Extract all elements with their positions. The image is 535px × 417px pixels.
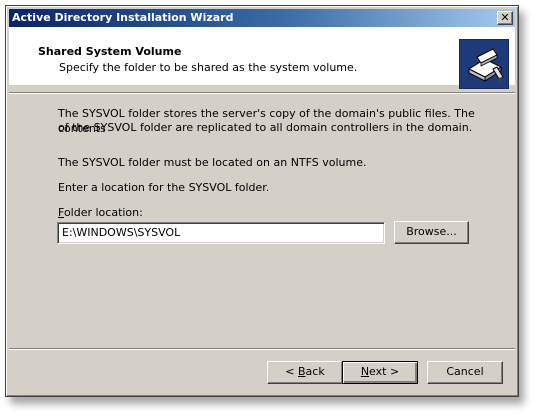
- next-button-rest: ext >: [369, 365, 400, 378]
- wizard-book-icon: [459, 39, 509, 89]
- folder-location-input[interactable]: E:\WINDOWS\SYSVOL: [57, 222, 385, 244]
- next-button-hotkey: N: [360, 365, 370, 378]
- folder-location-label: Folder location:: [58, 205, 143, 220]
- enter-location-text: Enter a location for the SYSVOL folder.: [58, 181, 270, 194]
- back-button[interactable]: < Back: [267, 361, 343, 384]
- window-title: Active Directory Installation Wizard: [12, 11, 234, 24]
- back-button-rest: ack: [305, 365, 325, 378]
- close-button[interactable]: ✕: [497, 11, 513, 25]
- title-bar[interactable]: Active Directory Installation Wizard ✕: [9, 9, 515, 27]
- browse-button[interactable]: Browse...: [394, 221, 469, 244]
- folder-location-label-rest: older location:: [63, 206, 143, 219]
- cancel-button[interactable]: Cancel: [427, 361, 503, 384]
- sysvol-description-line2: of the SYSVOL folder are replicated to a…: [58, 121, 473, 134]
- next-button[interactable]: Next >: [342, 361, 418, 384]
- wizard-dialog: Active Directory Installation Wizard ✕ S…: [5, 5, 519, 397]
- footer-divider: [9, 348, 515, 350]
- ntfs-requirement-text: The SYSVOL folder must be located on an …: [58, 156, 367, 169]
- header-divider: [9, 92, 515, 94]
- back-button-hotkey: B: [298, 365, 306, 378]
- page-subtitle: Specify the folder to be shared as the s…: [59, 61, 358, 74]
- wizard-header: Shared System Volume Specify the folder …: [9, 27, 515, 89]
- page-title: Shared System Volume: [38, 45, 182, 58]
- back-button-prefix: <: [285, 365, 298, 378]
- close-icon: ✕: [500, 11, 510, 24]
